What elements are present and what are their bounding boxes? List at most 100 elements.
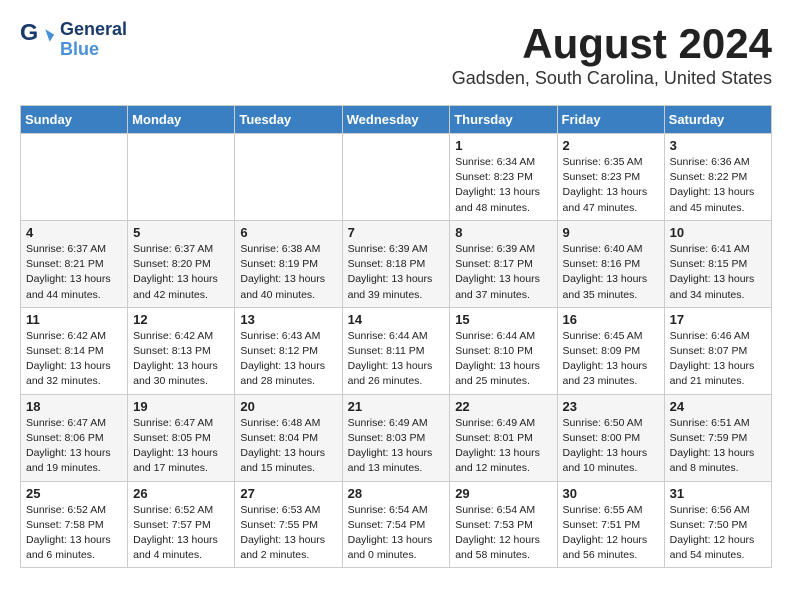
logo-icon: G xyxy=(20,22,56,58)
day-number: 26 xyxy=(133,486,229,501)
calendar-cell: 17Sunrise: 6:46 AM Sunset: 8:07 PM Dayli… xyxy=(664,307,771,394)
day-number: 13 xyxy=(240,312,336,327)
calendar-cell: 15 Sunrise: 6:44 AM Sunset: 8:10 PM Dayli… xyxy=(450,307,557,394)
day-number: 9 xyxy=(563,225,659,240)
calendar-cell: 26 Sunrise: 6:52 AM Sunset: 7:57 PM Dayli… xyxy=(128,481,235,568)
calendar-cell: 10Sunrise: 6:41 AM Sunset: 8:15 PM Dayli… xyxy=(664,220,771,307)
page-header: G General Blue August 2024 Gadsden, Sout… xyxy=(20,20,772,89)
calendar-cell xyxy=(128,134,235,221)
calendar-table: SundayMondayTuesdayWednesdayThursdayFrid… xyxy=(20,105,772,568)
day-number: 23 xyxy=(563,399,659,414)
calendar-cell: 9 Sunrise: 6:40 AM Sunset: 8:16 PM Daylig… xyxy=(557,220,664,307)
calendar-cell: 13 Sunrise: 6:43 AM Sunset: 8:12 PM Dayli… xyxy=(235,307,342,394)
day-info: Sunrise: 6:52 AM Sunset: 7:58 PM Dayligh… xyxy=(26,503,122,564)
calendar-cell: 19Sunrise: 6:47 AM Sunset: 8:05 PM Dayli… xyxy=(128,394,235,481)
logo-text: General Blue xyxy=(60,20,127,60)
day-info: Sunrise: 6:42 AM Sunset: 8:14 PM Dayligh… xyxy=(26,329,122,390)
calendar-cell: 12 Sunrise: 6:42 AM Sunset: 8:13 PM Dayli… xyxy=(128,307,235,394)
day-number: 5 xyxy=(133,225,229,240)
day-info: Sunrise: 6:54 AM Sunset: 7:54 PM Dayligh… xyxy=(348,503,445,564)
day-info: Sunrise: 6:34 AM Sunset: 8:23 PM Dayligh… xyxy=(455,155,551,216)
location: Gadsden, South Carolina, United States xyxy=(452,68,772,89)
day-number: 19 xyxy=(133,399,229,414)
day-number: 12 xyxy=(133,312,229,327)
day-info: Sunrise: 6:53 AM Sunset: 7:55 PM Dayligh… xyxy=(240,503,336,564)
calendar-cell: 2 Sunrise: 6:35 AM Sunset: 8:23 PM Daylig… xyxy=(557,134,664,221)
day-info: Sunrise: 6:51 AM Sunset: 7:59 PM Dayligh… xyxy=(670,416,766,477)
day-number: 3 xyxy=(670,138,766,153)
calendar-week-5: 25Sunrise: 6:52 AM Sunset: 7:58 PM Dayli… xyxy=(21,481,772,568)
calendar-cell: 18 Sunrise: 6:47 AM Sunset: 8:06 PM Dayli… xyxy=(21,394,128,481)
day-number: 17 xyxy=(670,312,766,327)
calendar-cell: 11 Sunrise: 6:42 AM Sunset: 8:14 PM Dayli… xyxy=(21,307,128,394)
calendar-cell xyxy=(342,134,450,221)
day-info: Sunrise: 6:35 AM Sunset: 8:23 PM Dayligh… xyxy=(563,155,659,216)
day-info: Sunrise: 6:37 AM Sunset: 8:20 PM Dayligh… xyxy=(133,242,229,303)
day-number: 15 xyxy=(455,312,551,327)
weekday-header-row: SundayMondayTuesdayWednesdayThursdayFrid… xyxy=(21,106,772,134)
calendar-cell: 30 Sunrise: 6:55 AM Sunset: 7:51 PM Dayli… xyxy=(557,481,664,568)
calendar-week-4: 18 Sunrise: 6:47 AM Sunset: 8:06 PM Dayli… xyxy=(21,394,772,481)
calendar-cell: 25Sunrise: 6:52 AM Sunset: 7:58 PM Dayli… xyxy=(21,481,128,568)
calendar-cell: 28Sunrise: 6:54 AM Sunset: 7:54 PM Dayli… xyxy=(342,481,450,568)
day-info: Sunrise: 6:55 AM Sunset: 7:51 PM Dayligh… xyxy=(563,503,659,564)
day-info: Sunrise: 6:40 AM Sunset: 8:16 PM Dayligh… xyxy=(563,242,659,303)
day-info: Sunrise: 6:50 AM Sunset: 8:00 PM Dayligh… xyxy=(563,416,659,477)
day-info: Sunrise: 6:52 AM Sunset: 7:57 PM Dayligh… xyxy=(133,503,229,564)
calendar-cell xyxy=(21,134,128,221)
weekday-header-thursday: Thursday xyxy=(450,106,557,134)
calendar-cell: 6Sunrise: 6:38 AM Sunset: 8:19 PM Daylig… xyxy=(235,220,342,307)
weekday-header-tuesday: Tuesday xyxy=(235,106,342,134)
svg-text:G: G xyxy=(20,22,38,45)
day-number: 16 xyxy=(563,312,659,327)
day-number: 4 xyxy=(26,225,122,240)
day-info: Sunrise: 6:56 AM Sunset: 7:50 PM Dayligh… xyxy=(670,503,766,564)
calendar-week-2: 4 Sunrise: 6:37 AM Sunset: 8:21 PM Daylig… xyxy=(21,220,772,307)
day-info: Sunrise: 6:36 AM Sunset: 8:22 PM Dayligh… xyxy=(670,155,766,216)
calendar-cell: 7 Sunrise: 6:39 AM Sunset: 8:18 PM Daylig… xyxy=(342,220,450,307)
day-info: Sunrise: 6:38 AM Sunset: 8:19 PM Dayligh… xyxy=(240,242,336,303)
logo-line2: Blue xyxy=(60,40,127,60)
day-info: Sunrise: 6:47 AM Sunset: 8:06 PM Dayligh… xyxy=(26,416,122,477)
day-number: 18 xyxy=(26,399,122,414)
weekday-header-saturday: Saturday xyxy=(664,106,771,134)
day-number: 1 xyxy=(455,138,551,153)
day-info: Sunrise: 6:39 AM Sunset: 8:18 PM Dayligh… xyxy=(348,242,445,303)
weekday-header-sunday: Sunday xyxy=(21,106,128,134)
day-info: Sunrise: 6:49 AM Sunset: 8:03 PM Dayligh… xyxy=(348,416,445,477)
calendar-cell: 4 Sunrise: 6:37 AM Sunset: 8:21 PM Daylig… xyxy=(21,220,128,307)
day-info: Sunrise: 6:54 AM Sunset: 7:53 PM Dayligh… xyxy=(455,503,551,564)
calendar-cell: 1 Sunrise: 6:34 AM Sunset: 8:23 PM Daylig… xyxy=(450,134,557,221)
day-number: 30 xyxy=(563,486,659,501)
day-number: 31 xyxy=(670,486,766,501)
day-number: 14 xyxy=(348,312,445,327)
day-info: Sunrise: 6:43 AM Sunset: 8:12 PM Dayligh… xyxy=(240,329,336,390)
day-number: 8 xyxy=(455,225,551,240)
day-info: Sunrise: 6:37 AM Sunset: 8:21 PM Dayligh… xyxy=(26,242,122,303)
calendar-cell xyxy=(235,134,342,221)
calendar-cell: 29 Sunrise: 6:54 AM Sunset: 7:53 PM Dayli… xyxy=(450,481,557,568)
day-info: Sunrise: 6:44 AM Sunset: 8:11 PM Dayligh… xyxy=(348,329,445,390)
day-number: 21 xyxy=(348,399,445,414)
day-number: 7 xyxy=(348,225,445,240)
day-info: Sunrise: 6:49 AM Sunset: 8:01 PM Dayligh… xyxy=(455,416,551,477)
logo: G General Blue xyxy=(20,20,127,60)
calendar-cell: 22 Sunrise: 6:49 AM Sunset: 8:01 PM Dayli… xyxy=(450,394,557,481)
calendar-week-1: 1 Sunrise: 6:34 AM Sunset: 8:23 PM Daylig… xyxy=(21,134,772,221)
day-number: 22 xyxy=(455,399,551,414)
calendar-cell: 21 Sunrise: 6:49 AM Sunset: 8:03 PM Dayli… xyxy=(342,394,450,481)
day-info: Sunrise: 6:42 AM Sunset: 8:13 PM Dayligh… xyxy=(133,329,229,390)
day-number: 2 xyxy=(563,138,659,153)
day-number: 11 xyxy=(26,312,122,327)
title-block: August 2024 Gadsden, South Carolina, Uni… xyxy=(452,20,772,89)
day-number: 29 xyxy=(455,486,551,501)
day-info: Sunrise: 6:41 AM Sunset: 8:15 PM Dayligh… xyxy=(670,242,766,303)
weekday-header-monday: Monday xyxy=(128,106,235,134)
day-number: 27 xyxy=(240,486,336,501)
day-info: Sunrise: 6:44 AM Sunset: 8:10 PM Dayligh… xyxy=(455,329,551,390)
calendar-week-3: 11 Sunrise: 6:42 AM Sunset: 8:14 PM Dayli… xyxy=(21,307,772,394)
weekday-header-friday: Friday xyxy=(557,106,664,134)
calendar-cell: 3 Sunrise: 6:36 AM Sunset: 8:22 PM Daylig… xyxy=(664,134,771,221)
calendar-cell: 27 Sunrise: 6:53 AM Sunset: 7:55 PM Dayli… xyxy=(235,481,342,568)
calendar-cell: 31 Sunrise: 6:56 AM Sunset: 7:50 PM Dayli… xyxy=(664,481,771,568)
